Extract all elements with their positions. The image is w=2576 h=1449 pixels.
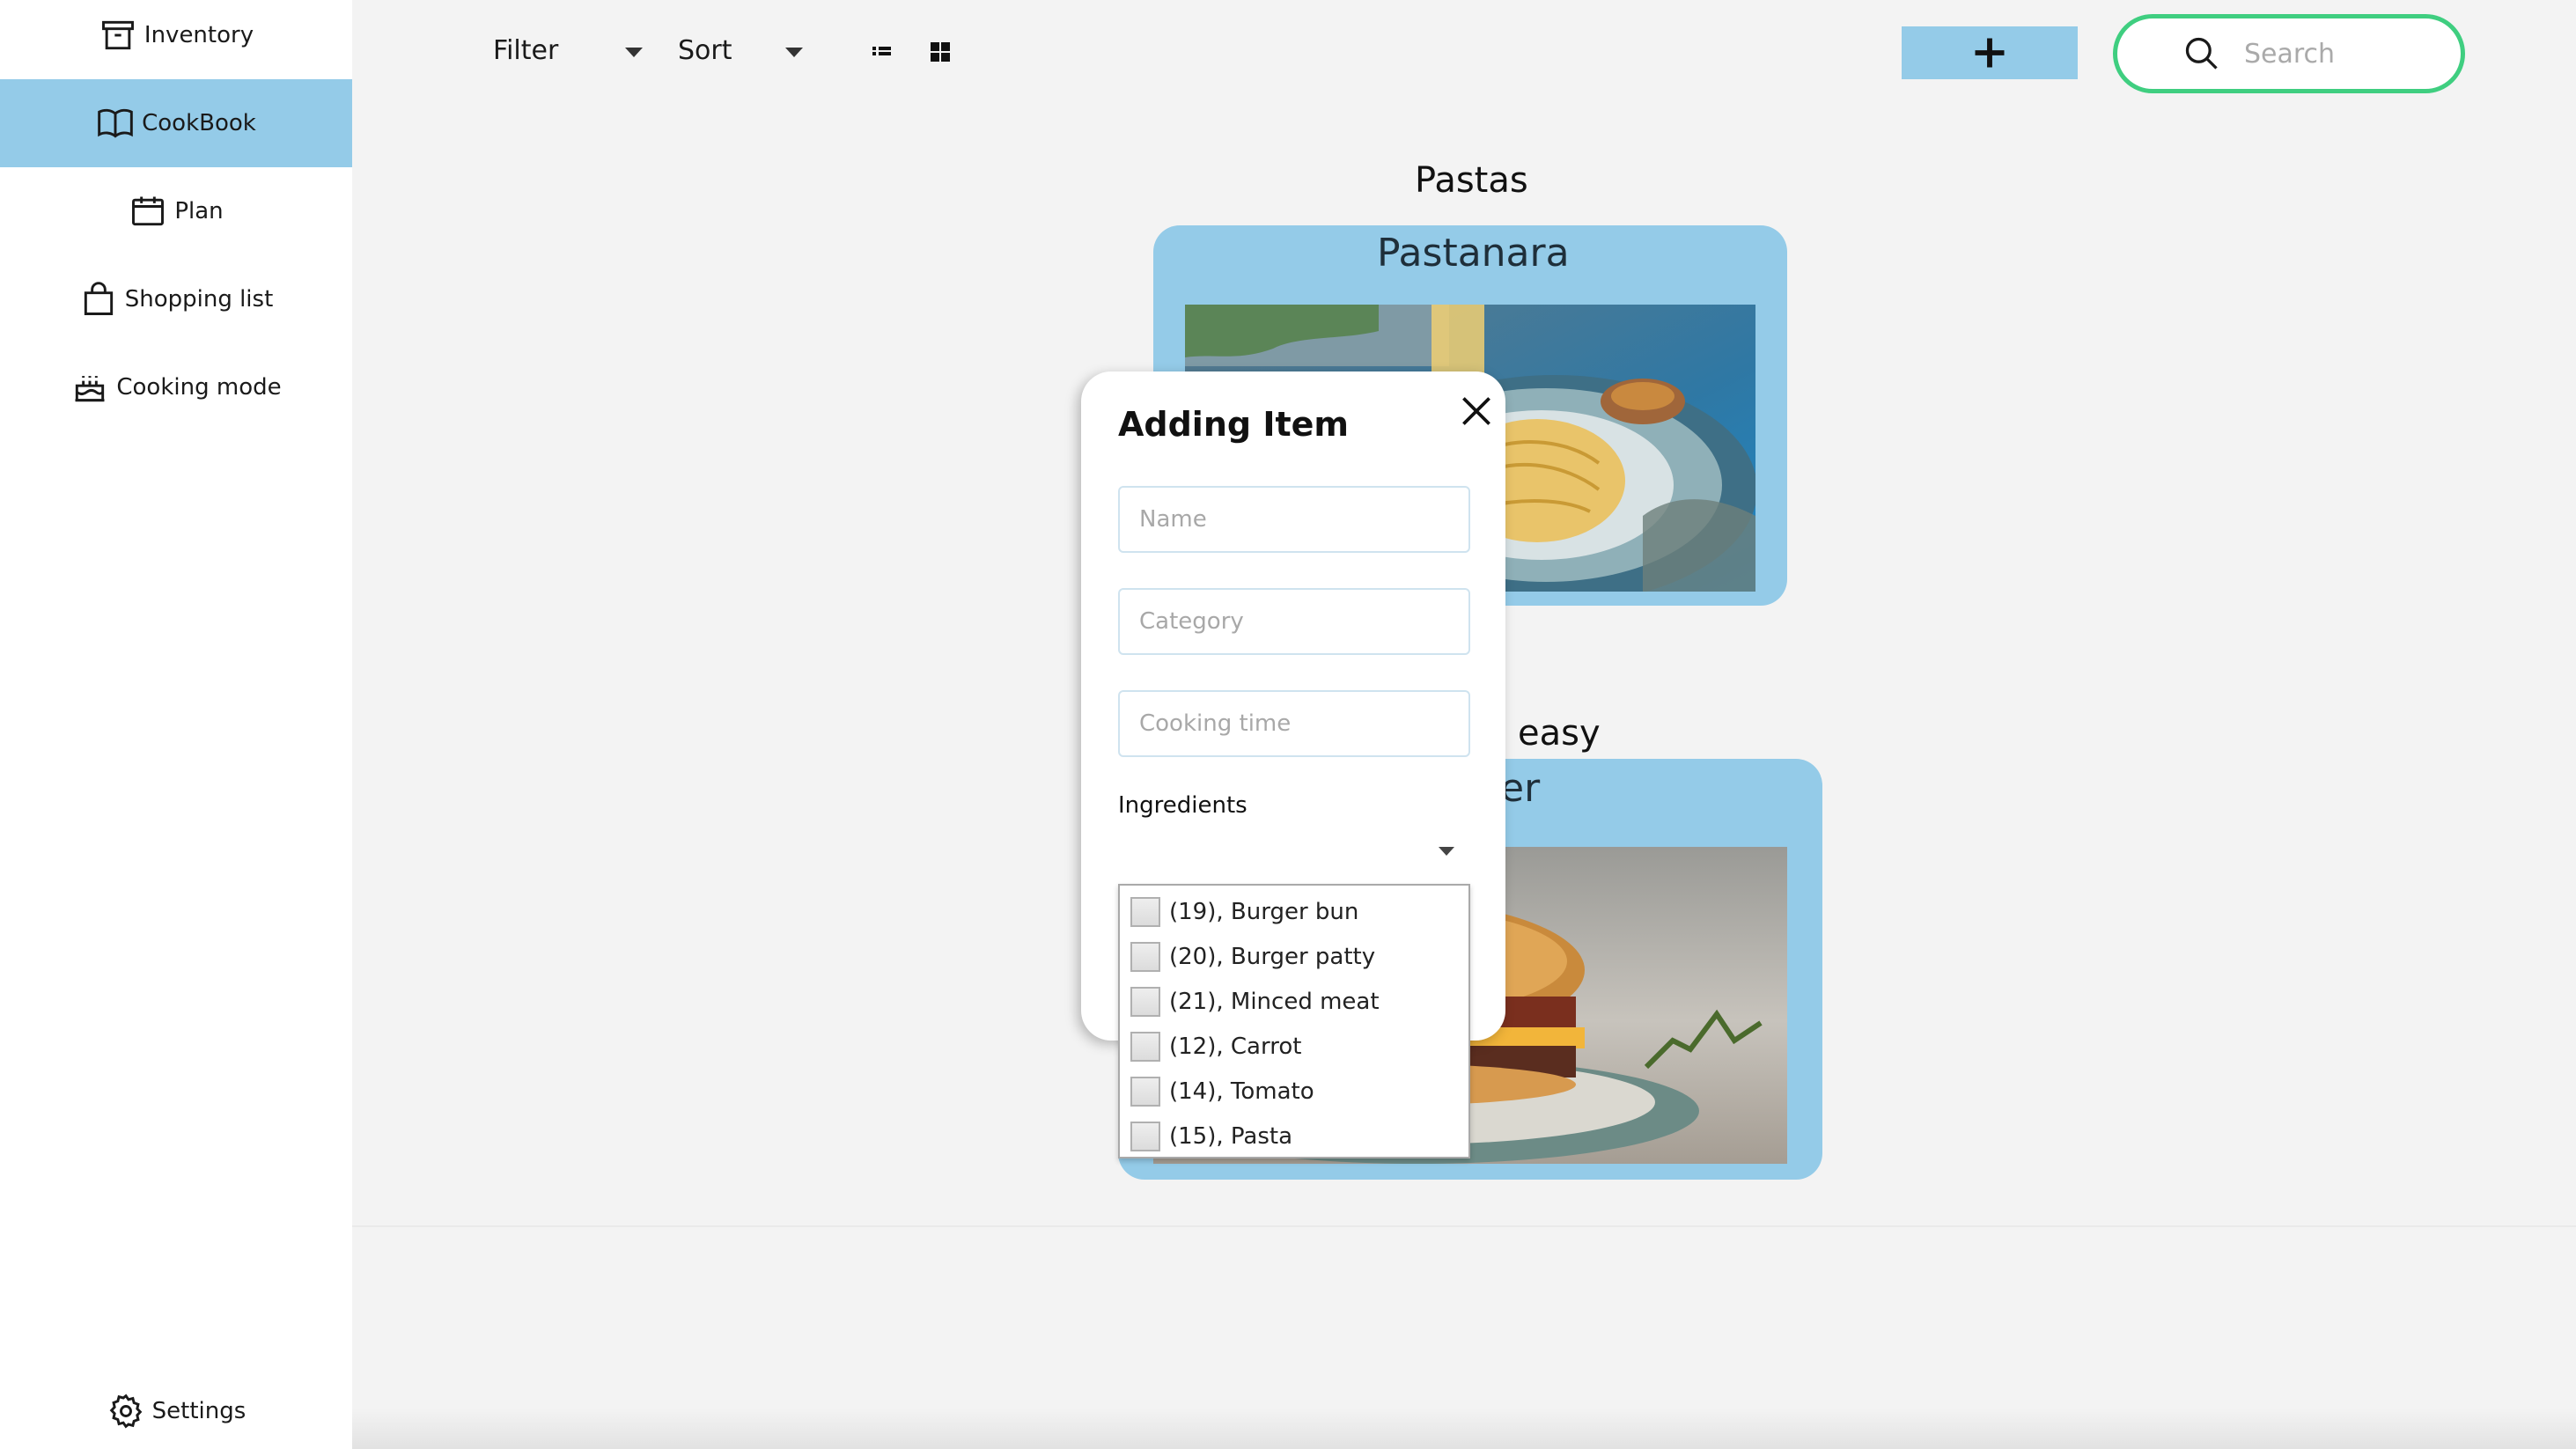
search-icon: [2185, 37, 2218, 70]
dialog-title: Adding Item: [1118, 405, 1349, 444]
ingredient-option[interactable]: (14), Tomato: [1120, 1069, 1468, 1114]
checkbox[interactable]: [1130, 896, 1160, 927]
content-divider: [352, 1225, 2576, 1227]
grid-view-icon[interactable]: [929, 40, 952, 63]
sidebar-item-inventory[interactable]: Inventory: [0, 0, 352, 79]
sidebar-item-label: Cooking mode: [116, 374, 282, 401]
archive-icon: [101, 20, 134, 50]
sidebar-item-cookbook[interactable]: CookBook: [0, 79, 352, 167]
section-title-pastas: Pastas: [1415, 160, 1528, 201]
checkbox[interactable]: [1130, 986, 1160, 1017]
ingredient-option-label: (20), Burger patty: [1169, 943, 1376, 970]
checkbox[interactable]: [1130, 1031, 1160, 1062]
filter-button[interactable]: Filter: [493, 35, 558, 66]
plus-icon: [1975, 38, 2005, 68]
sidebar-item-label: Plan: [174, 198, 224, 224]
sidebar-item-label: Inventory: [144, 22, 254, 48]
book-icon: [98, 108, 133, 138]
sidebar-item-plan[interactable]: Plan: [0, 167, 352, 255]
ingredient-option-label: (15), Pasta: [1169, 1122, 1293, 1150]
recipe-card-title: er: [1500, 766, 1541, 811]
calendar-icon: [132, 196, 165, 226]
ingredients-dropdown-icon[interactable]: [1439, 847, 1454, 856]
ingredients-label: Ingredients: [1118, 792, 1248, 819]
gear-icon: [109, 1394, 143, 1429]
ingredient-option[interactable]: (15), Pasta: [1120, 1114, 1468, 1158]
shopping-bag-icon: [84, 282, 113, 315]
filter-dropdown-icon[interactable]: [625, 48, 643, 57]
checkbox[interactable]: [1130, 1121, 1160, 1151]
list-view-icon[interactable]: [872, 42, 893, 60]
sidebar-item-settings[interactable]: Settings: [0, 1367, 352, 1449]
name-input[interactable]: [1118, 486, 1470, 553]
ingredient-option[interactable]: (12), Carrot: [1120, 1024, 1468, 1069]
sidebar: Inventory CookBook Plan Shopping list Co…: [0, 0, 352, 1449]
sidebar-item-label: CookBook: [142, 110, 256, 136]
section-title-easy: easy: [1518, 713, 1601, 754]
sort-dropdown-icon[interactable]: [785, 48, 803, 57]
toolbar: Filter Sort: [352, 0, 2576, 114]
sidebar-item-cooking-mode[interactable]: Cooking mode: [0, 343, 352, 431]
checkbox[interactable]: [1130, 1076, 1160, 1107]
sidebar-item-label: Shopping list: [124, 286, 274, 313]
ingredients-dropdown-list[interactable]: (19), Burger bun (20), Burger patty (21)…: [1118, 884, 1470, 1158]
add-button[interactable]: [1902, 26, 2078, 79]
search-input[interactable]: [2244, 38, 2420, 70]
sidebar-item-shopping-list[interactable]: Shopping list: [0, 255, 352, 343]
checkbox[interactable]: [1130, 941, 1160, 972]
sort-button[interactable]: Sort: [678, 35, 732, 66]
ingredient-option-label: (19), Burger bun: [1169, 898, 1359, 925]
cooking-time-input[interactable]: [1118, 690, 1470, 757]
ingredient-option-label: (12), Carrot: [1169, 1033, 1302, 1060]
search-box[interactable]: [2113, 14, 2465, 93]
ingredient-option[interactable]: (19), Burger bun: [1120, 889, 1468, 934]
cake-icon: [75, 376, 105, 402]
close-icon[interactable]: [1454, 389, 1498, 433]
ingredient-option-label: (14), Tomato: [1169, 1078, 1314, 1105]
ingredient-option-label: (21), Minced meat: [1169, 988, 1380, 1015]
ingredient-option[interactable]: (21), Minced meat: [1120, 979, 1468, 1024]
bottom-shadow: [352, 1409, 2576, 1449]
category-input[interactable]: [1118, 588, 1470, 655]
ingredient-option[interactable]: (20), Burger patty: [1120, 934, 1468, 979]
recipe-card-title: Pastanara: [1377, 231, 1570, 276]
settings-label: Settings: [151, 1398, 247, 1424]
